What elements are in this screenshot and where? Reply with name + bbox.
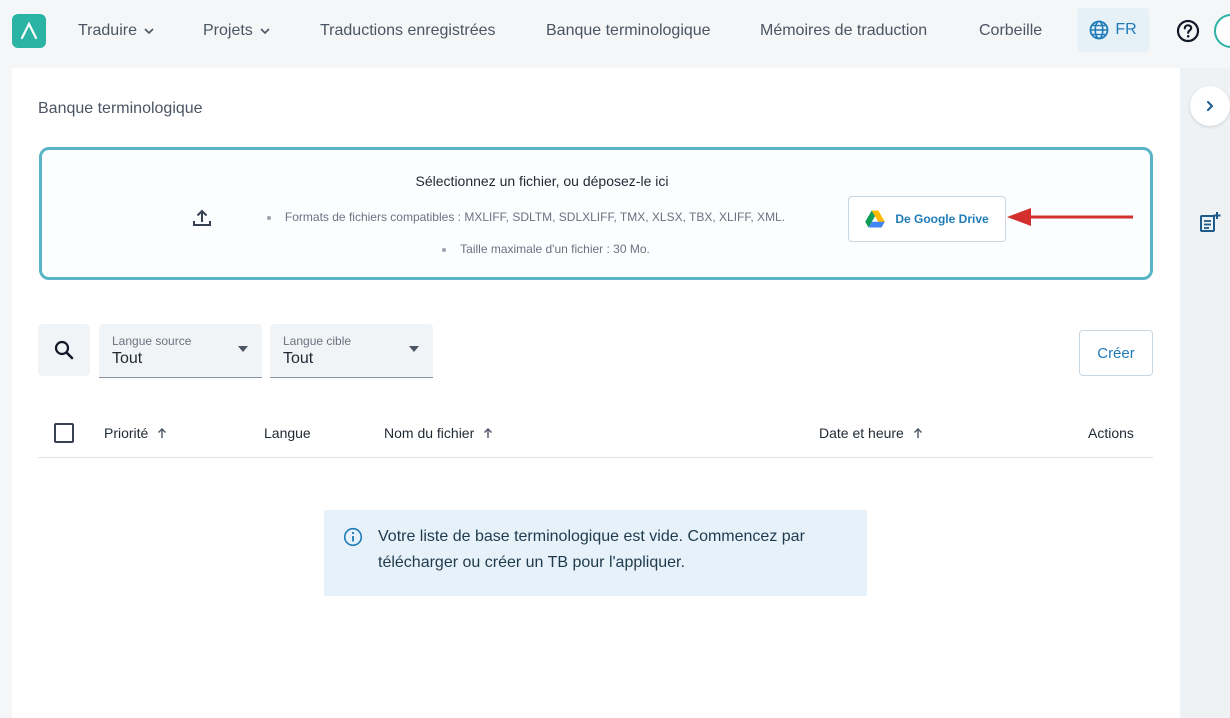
nav-item-traduire[interactable]: Traduire — [78, 20, 155, 42]
create-button[interactable]: Créer — [1079, 330, 1153, 376]
empty-state-notice: Votre liste de base terminologique est v… — [324, 510, 867, 596]
source-language-select[interactable]: Langue source Tout — [99, 324, 262, 378]
nav-item-label: Mémoires de traduction — [760, 22, 928, 39]
top-navigation: Traduire Projets Traductions enregistrée… — [0, 0, 1230, 62]
chevron-down-icon — [144, 28, 154, 35]
help-icon[interactable] — [1175, 18, 1201, 44]
nav-item-label: Traduire — [78, 22, 137, 39]
column-label: Actions — [1088, 425, 1134, 441]
expand-panel-button[interactable] — [1190, 86, 1230, 126]
table-header: Priorité Langue Nom du fichier Date et h… — [38, 411, 1153, 458]
target-language-label: Langue cible — [283, 334, 352, 348]
chevron-right-icon — [1207, 101, 1214, 111]
select-all-checkbox[interactable] — [54, 423, 74, 443]
page-title: Banque terminologique — [38, 100, 203, 117]
app-logo[interactable] — [12, 14, 46, 48]
dropzone-formats-text: Formats de fichiers compatibles : MXLIFF… — [284, 210, 786, 224]
annotation-arrow-icon — [1007, 208, 1133, 226]
nav-item-trash[interactable]: Corbeille — [979, 20, 1042, 42]
info-icon — [343, 527, 363, 547]
caret-down-icon — [409, 346, 419, 352]
search-icon — [54, 340, 74, 360]
column-priority[interactable]: Priorité — [104, 425, 168, 441]
file-dropzone[interactable]: Sélectionnez un fichier, ou déposez-le i… — [39, 147, 1153, 280]
dropzone-max-size: Taille maximale d'un fichier : 30 Mo. — [46, 242, 1046, 256]
sort-arrow-up-icon — [913, 428, 922, 438]
empty-state-message: Votre liste de base terminologique est v… — [378, 528, 805, 571]
google-drive-button[interactable]: De Google Drive — [848, 196, 1006, 242]
right-side-panel — [1180, 68, 1230, 718]
source-language-value: Tout — [112, 350, 143, 367]
nav-item-label: Projets — [203, 22, 253, 39]
target-language-value: Tout — [283, 350, 314, 367]
column-file-name[interactable]: Nom du fichier — [384, 425, 494, 441]
column-date-time[interactable]: Date et heure — [819, 425, 924, 441]
language-code: FR — [1115, 21, 1137, 38]
nav-item-termbase[interactable]: Banque terminologique — [546, 20, 711, 42]
logo-icon — [20, 21, 38, 40]
nav-item-translation-memories[interactable]: Mémoires de traduction — [760, 20, 927, 42]
google-drive-icon — [865, 210, 886, 228]
chevron-down-icon — [260, 28, 270, 35]
main-content: Banque terminologique Sélectionnez un fi… — [12, 68, 1180, 718]
column-actions: Actions — [1088, 425, 1134, 441]
avatar[interactable] — [1214, 14, 1230, 48]
google-drive-label: De Google Drive — [895, 212, 989, 226]
dropzone-title: Sélectionnez un fichier, ou déposez-le i… — [415, 173, 669, 189]
column-label: Priorité — [104, 425, 149, 441]
column-label: Langue — [264, 425, 311, 441]
dropzone-max-size-text: Taille maximale d'un fichier : 30 Mo. — [460, 242, 650, 256]
source-language-label: Langue source — [112, 334, 192, 348]
column-label: Nom du fichier — [384, 425, 475, 441]
target-language-select[interactable]: Langue cible Tout — [270, 324, 433, 378]
add-note-icon[interactable] — [1199, 211, 1221, 233]
search-button[interactable] — [38, 324, 90, 376]
caret-down-icon — [238, 346, 248, 352]
sort-arrow-up-icon — [484, 428, 493, 438]
nav-item-label: Corbeille — [979, 22, 1043, 39]
nav-item-label: Traductions enregistrées — [320, 22, 496, 39]
nav-item-label: Banque terminologique — [546, 22, 711, 39]
sort-arrow-up-icon — [158, 428, 167, 438]
column-label: Date et heure — [819, 425, 904, 441]
globe-icon — [1089, 20, 1109, 40]
nav-item-saved-translations[interactable]: Traductions enregistrées — [320, 20, 496, 42]
language-selector[interactable]: FR — [1077, 8, 1149, 52]
nav-item-projets[interactable]: Projets — [203, 20, 271, 42]
column-language: Langue — [264, 425, 311, 441]
